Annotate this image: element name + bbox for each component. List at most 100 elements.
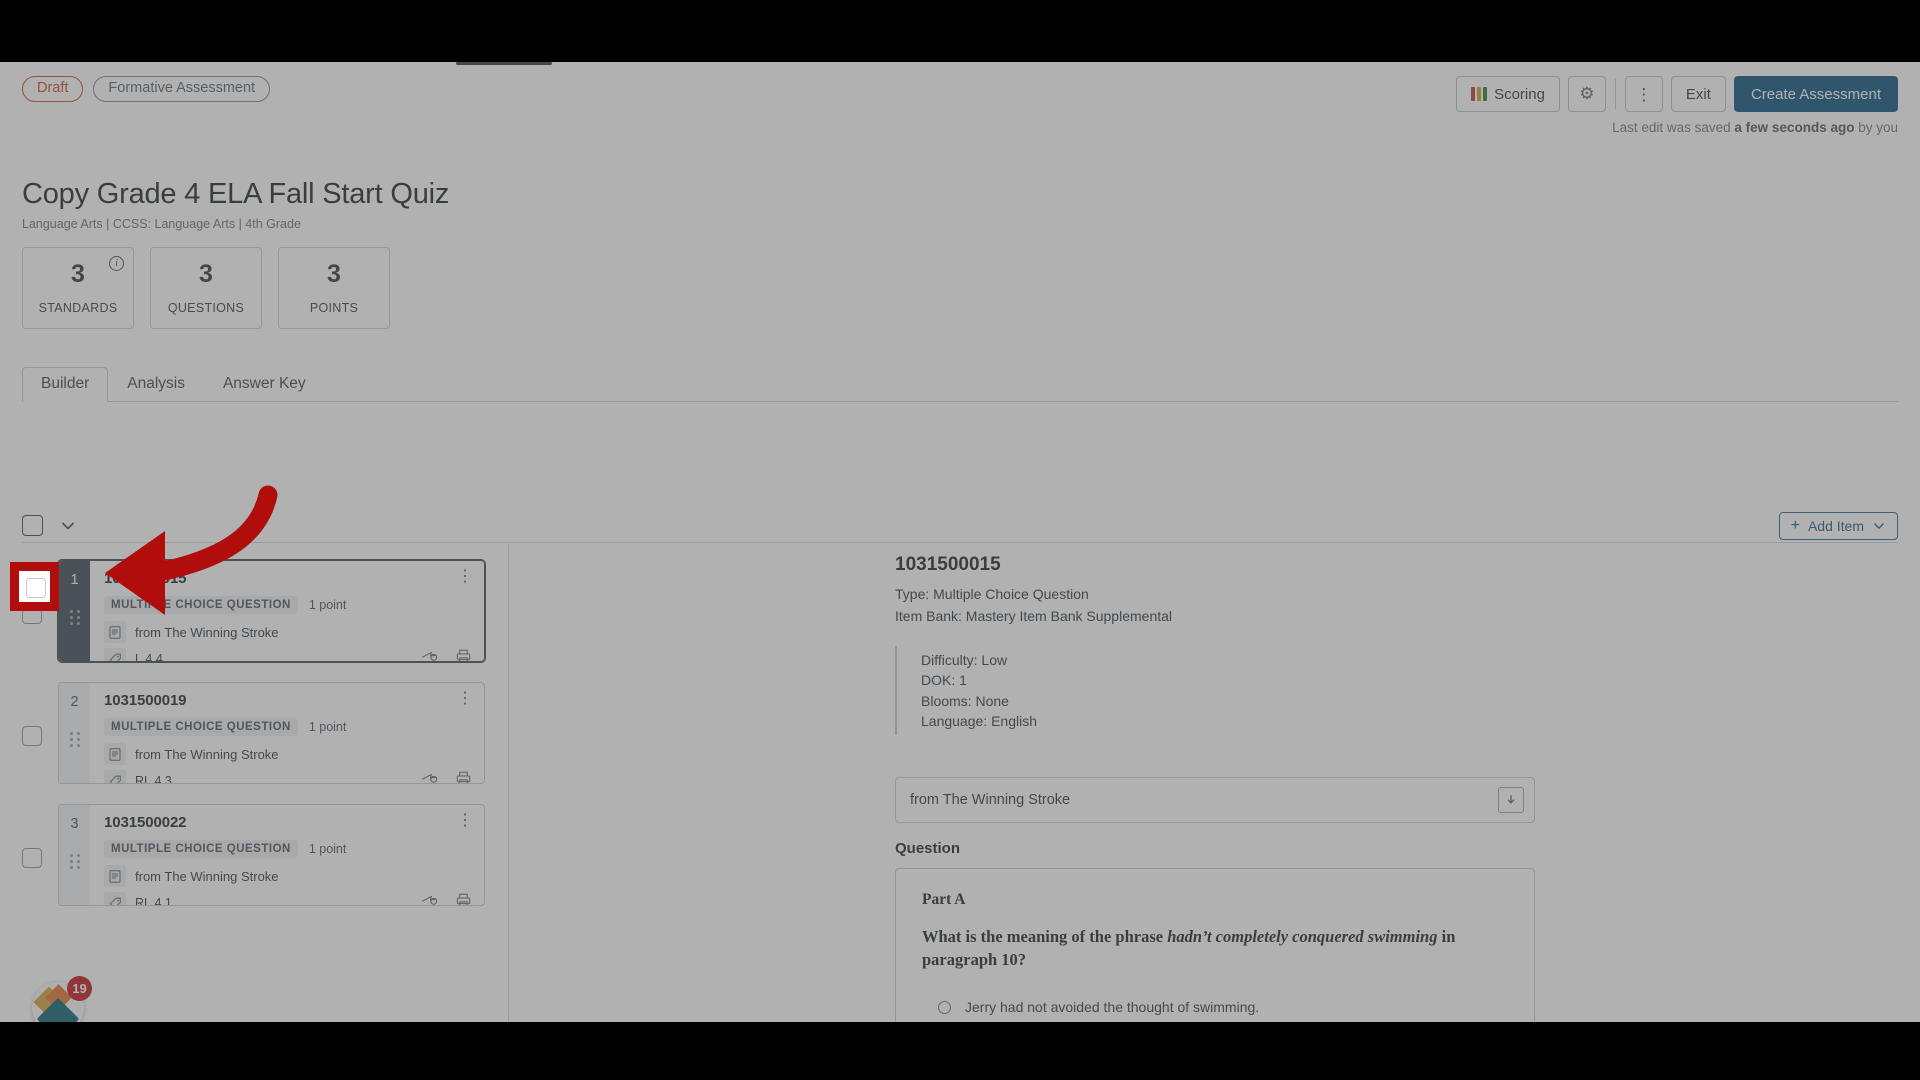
question-meta-row: MULTIPLE CHOICE QUESTION 1 point xyxy=(104,596,472,614)
drag-handle-icon[interactable] xyxy=(69,610,80,625)
tag-icon xyxy=(104,770,126,783)
panel-divider xyxy=(508,544,509,1022)
kebab-menu-icon: ⋮ xyxy=(1635,84,1653,104)
question-card-rail: 1 xyxy=(59,561,90,661)
question-source-row: from The Winning Stroke xyxy=(104,743,472,765)
tab-analysis[interactable]: Analysis xyxy=(108,367,204,402)
question-source: from The Winning Stroke xyxy=(135,868,279,884)
question-card[interactable]: 2 1031500019 ⋮ MULTIPLE CHOICE QUESTION … xyxy=(58,682,485,784)
question-kebab-icon[interactable]: ⋮ xyxy=(457,813,473,829)
print-icon[interactable] xyxy=(456,893,471,905)
question-index: 1 xyxy=(70,572,79,588)
question-stem: What is the meaning of the phrase hadn’t… xyxy=(922,925,1508,971)
drag-handle-icon[interactable] xyxy=(69,854,80,869)
last-saved-note: Last edit was saved a few seconds ago by… xyxy=(1612,120,1898,135)
info-icon[interactable]: i xyxy=(109,256,124,271)
question-source-row: from The Winning Stroke xyxy=(104,865,472,887)
saved-suffix: by you xyxy=(1854,120,1898,135)
tab-bar: Builder Analysis Answer Key xyxy=(22,367,1898,402)
drag-handle-icon[interactable] xyxy=(69,732,80,747)
stat-label: POINTS xyxy=(309,300,359,315)
question-type-chip: MULTIPLE CHOICE QUESTION xyxy=(104,840,298,858)
expand-passage-icon[interactable] xyxy=(1498,787,1524,814)
question-stem-pre: What is the meaning of the phrase xyxy=(922,927,1168,947)
gear-icon: ⚙ xyxy=(1579,84,1595,103)
radio-icon[interactable] xyxy=(938,1000,951,1014)
question-source: from The Winning Stroke xyxy=(135,624,279,640)
status-badge-type: Formative Assessment xyxy=(93,76,271,102)
document-icon xyxy=(104,865,126,887)
annotation-highlighted-checkbox[interactable] xyxy=(26,578,46,598)
help-widget-button[interactable]: 19 xyxy=(32,976,92,1022)
passage-accordion[interactable]: from The Winning Stroke xyxy=(895,777,1535,824)
stat-card-questions[interactable]: 3 QUESTIONS xyxy=(150,247,262,329)
question-points: 1 point xyxy=(308,842,347,856)
toolbar-divider-line xyxy=(22,542,1898,543)
document-icon xyxy=(104,621,126,643)
question-id: 1031500015 xyxy=(104,570,187,587)
preview-icon[interactable] xyxy=(421,771,438,783)
print-icon[interactable] xyxy=(456,649,471,661)
stat-card-points[interactable]: 3 POINTS xyxy=(278,247,390,329)
tab-builder[interactable]: Builder xyxy=(22,367,109,402)
detail-item-bank: Item Bank: Mastery Item Bank Supplementa… xyxy=(895,608,1173,624)
more-options-button[interactable]: ⋮ xyxy=(1624,76,1663,112)
chevron-down-icon[interactable] xyxy=(58,516,78,536)
answer-choice[interactable]: Jerry had not avoided the thought of swi… xyxy=(922,999,1508,1015)
question-standard: RL.4.3 xyxy=(135,774,172,784)
question-preview-box: Part A What is the meaning of the phrase… xyxy=(895,868,1535,1022)
settings-button[interactable]: ⚙ xyxy=(1567,76,1606,112)
tag-icon xyxy=(104,648,126,661)
passage-title: from The Winning Stroke xyxy=(910,792,1071,809)
print-icon[interactable] xyxy=(456,771,471,783)
saved-prefix: Last edit was saved xyxy=(1612,120,1735,135)
toolbar-divider xyxy=(1614,79,1616,109)
question-index: 2 xyxy=(70,694,79,710)
detail-difficulty: Difficulty: Low xyxy=(921,652,1008,668)
stats-row: i 3 STANDARDS 3 QUESTIONS 3 POINTS xyxy=(22,247,390,329)
question-standard: RL.4.1 xyxy=(135,896,172,906)
tab-indicator-sliver xyxy=(456,62,552,65)
question-id: 1031500019 xyxy=(104,692,187,709)
question-checkbox[interactable] xyxy=(22,726,42,746)
preview-icon[interactable] xyxy=(421,649,438,661)
scoring-button[interactable]: Scoring xyxy=(1456,76,1560,112)
create-assessment-button[interactable]: Create Assessment xyxy=(1733,76,1898,112)
question-kebab-icon[interactable]: ⋮ xyxy=(457,691,473,707)
question-points: 1 point xyxy=(308,720,347,734)
add-item-button[interactable]: + Add Item xyxy=(1778,512,1898,540)
chevron-down-icon xyxy=(1874,523,1884,529)
question-list: 1 1031500015 ⋮ MULTIPLE CHOICE QUESTION … xyxy=(0,554,508,920)
question-id: 1031500022 xyxy=(104,814,187,831)
stat-value: 3 xyxy=(327,259,341,288)
question-card[interactable]: 1 1031500015 ⋮ MULTIPLE CHOICE QUESTION … xyxy=(58,560,485,662)
preview-icon[interactable] xyxy=(421,893,438,905)
stat-card-standards[interactable]: i 3 STANDARDS xyxy=(22,247,134,329)
question-card-actions xyxy=(421,893,471,905)
tab-answer-key[interactable]: Answer Key xyxy=(204,367,325,402)
status-badge-draft: Draft xyxy=(22,76,84,102)
question-type-chip: MULTIPLE CHOICE QUESTION xyxy=(104,718,298,736)
plus-icon: + xyxy=(1790,517,1800,534)
question-card-rail: 2 xyxy=(59,683,90,783)
create-assessment-label: Create Assessment xyxy=(1750,85,1881,103)
stat-label: STANDARDS xyxy=(38,300,118,315)
exit-button[interactable]: Exit xyxy=(1670,76,1726,112)
select-all-checkbox[interactable] xyxy=(22,515,43,536)
detail-panel: 1031500015 Type: Multiple Choice Questio… xyxy=(895,554,1535,1022)
detail-dok: DOK: 1 xyxy=(921,672,967,689)
header-actions: Scoring ⚙ ⋮ Exit Create Assessment xyxy=(1456,76,1898,112)
question-checkbox[interactable] xyxy=(22,848,42,868)
detail-type: Type: Multiple Choice Question xyxy=(895,586,1089,602)
question-card[interactable]: 3 1031500022 ⋮ MULTIPLE CHOICE QUESTION … xyxy=(58,804,485,906)
help-notification-badge[interactable]: 19 xyxy=(67,976,92,1001)
question-row: 1 1031500015 ⋮ MULTIPLE CHOICE QUESTION … xyxy=(0,554,508,676)
question-kebab-icon[interactable]: ⋮ xyxy=(457,569,473,585)
exit-label: Exit xyxy=(1685,85,1711,103)
tag-icon xyxy=(104,892,126,905)
screen: Draft Formative Assessment Scoring ⚙ ⋮ E… xyxy=(0,0,1920,1080)
page-subtitle: Language Arts | CCSS: Language Arts | 4t… xyxy=(22,217,301,231)
question-card-body: 1031500022 ⋮ MULTIPLE CHOICE QUESTION 1 … xyxy=(90,805,484,905)
scoring-label: Scoring xyxy=(1494,85,1545,103)
add-item-label: Add Item xyxy=(1807,518,1864,534)
